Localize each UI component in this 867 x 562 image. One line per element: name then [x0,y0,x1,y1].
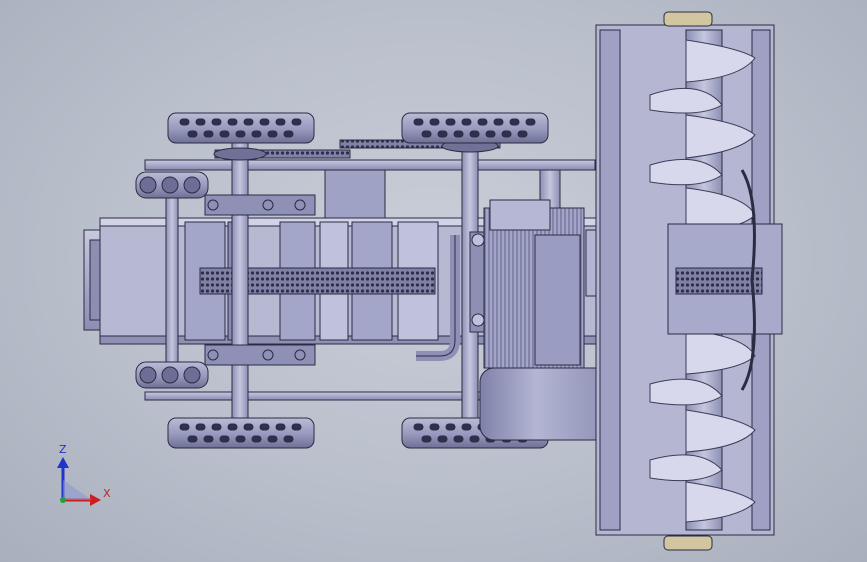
coordinate-triad-icon [57,457,101,506]
auger-assembly [595,11,783,551]
caster-bottom [135,361,209,389]
cad-viewport[interactable] [0,0,867,562]
x-axis-label: X [103,487,111,500]
wheel-front-top [401,112,549,144]
z-axis-label: Z [59,443,67,456]
caster-top [135,171,209,199]
caster-shaft [165,179,179,386]
side-rail-top [144,159,596,171]
gearbox [324,169,386,219]
sprocket-rear [213,147,267,161]
wheel-rear-bottom [167,417,315,449]
wheel-rear-top [167,112,315,144]
rear-axle [231,139,249,426]
